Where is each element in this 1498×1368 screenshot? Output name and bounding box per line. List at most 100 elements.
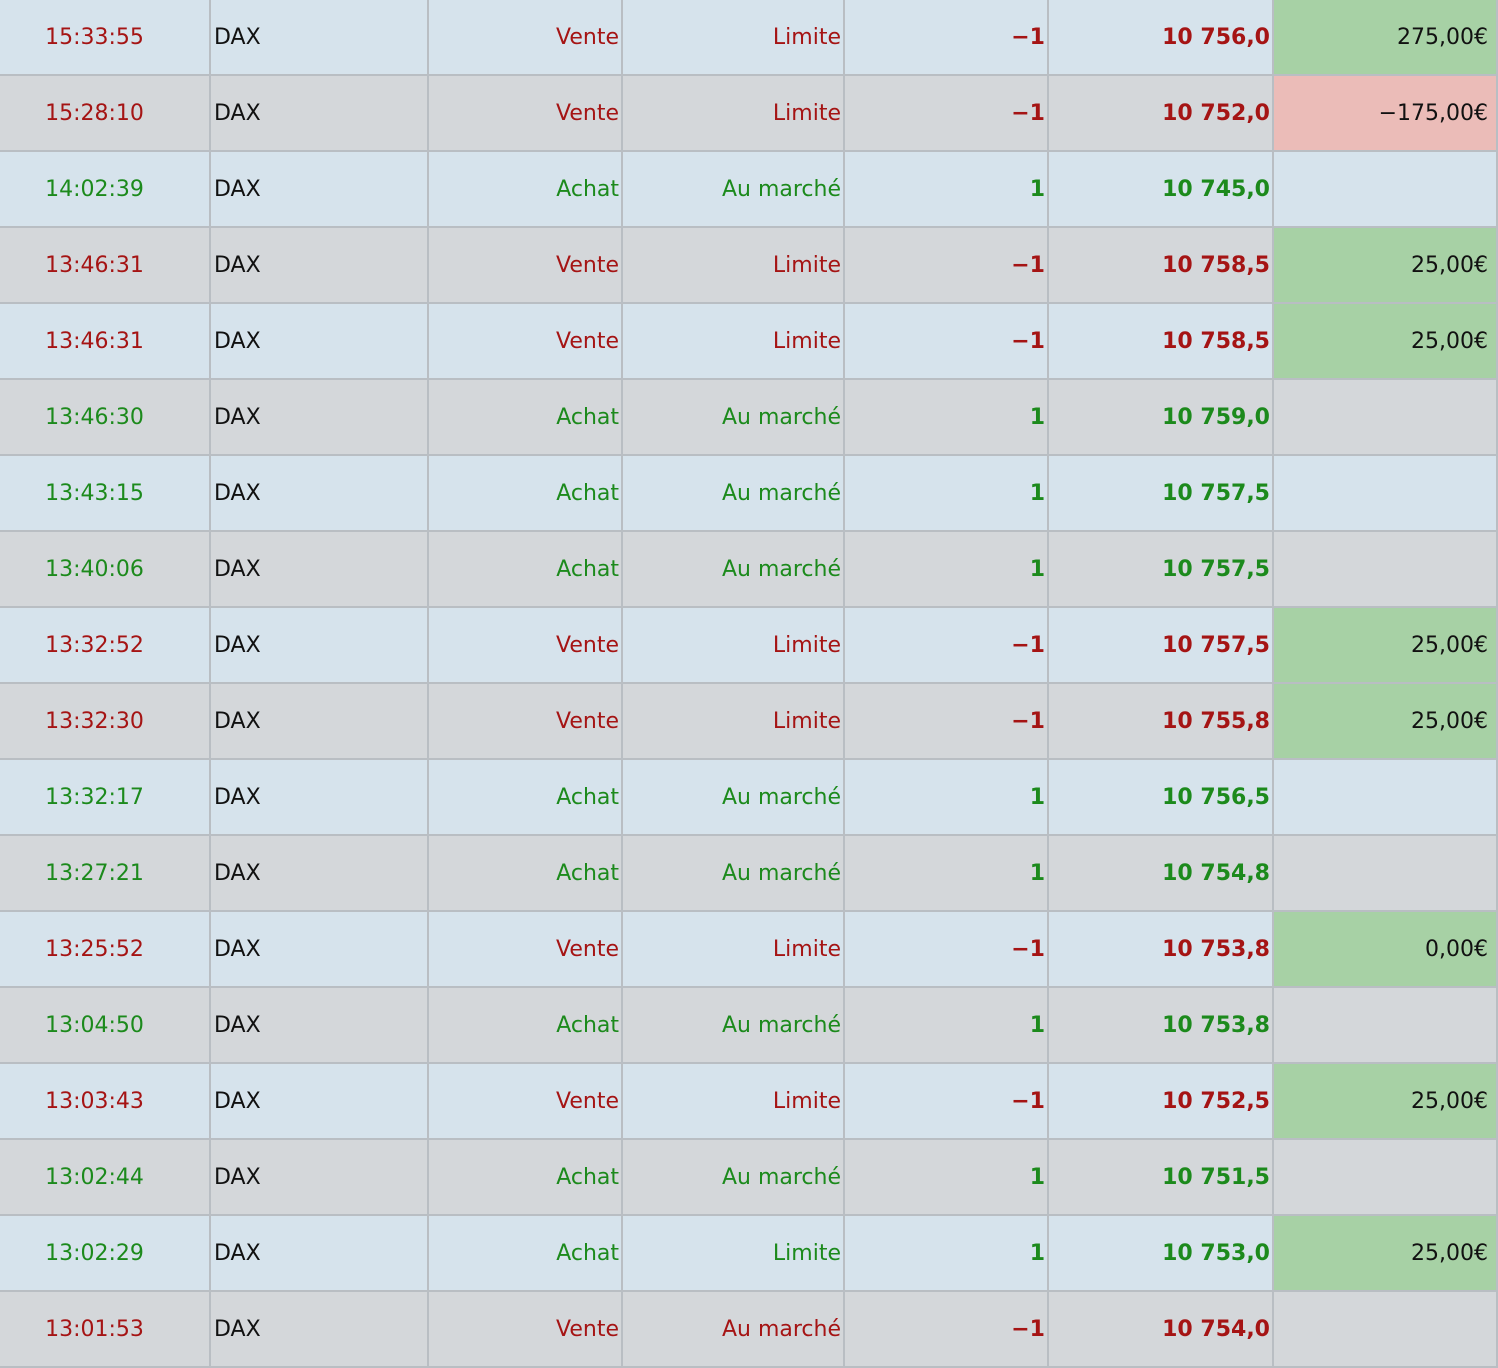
instrument-cell: DAX: [211, 380, 429, 454]
quantity-cell: 1: [845, 380, 1049, 454]
side-cell: Vente: [429, 0, 623, 74]
trade-time-cell: 13:46:31: [0, 228, 211, 302]
trade-time-cell: 13:32:52: [0, 608, 211, 682]
side-cell: Achat: [429, 1140, 623, 1214]
quantity-cell: 1: [845, 760, 1049, 834]
order-type-cell: Limite: [623, 0, 845, 74]
table-row[interactable]: 13:43:15 DAX Achat Au marché 1 10 757,5: [0, 456, 1498, 532]
pnl-cell: 25,00€: [1274, 1216, 1498, 1290]
table-row[interactable]: 13:02:29 DAX Achat Limite 1 10 753,0 25,00€: [0, 1216, 1498, 1292]
price-cell: 10 757,5: [1049, 532, 1274, 606]
instrument-cell: DAX: [211, 1292, 429, 1366]
price-cell: 10 753,8: [1049, 988, 1274, 1062]
table-row[interactable]: 13:02:44 DAX Achat Au marché 1 10 751,5: [0, 1140, 1498, 1216]
price-cell: 10 752,0: [1049, 76, 1274, 150]
pnl-cell: [1274, 1292, 1498, 1366]
side-cell: Vente: [429, 304, 623, 378]
order-type-cell: Au marché: [623, 1140, 845, 1214]
quantity-cell: −1: [845, 608, 1049, 682]
table-row[interactable]: 13:32:17 DAX Achat Au marché 1 10 756,5: [0, 760, 1498, 836]
table-row[interactable]: 15:33:55 DAX Vente Limite −1 10 756,0 275,00€: [0, 0, 1498, 76]
pnl-cell: 0,00€: [1274, 912, 1498, 986]
instrument-cell: DAX: [211, 608, 429, 682]
table-row[interactable]: 13:32:30 DAX Vente Limite −1 10 755,8 25,00€: [0, 684, 1498, 760]
order-type-cell: Limite: [623, 684, 845, 758]
side-cell: Achat: [429, 152, 623, 226]
table-row[interactable]: 13:32:52 DAX Vente Limite −1 10 757,5 25,00€: [0, 608, 1498, 684]
order-type-cell: Au marché: [623, 988, 845, 1062]
table-row[interactable]: 13:46:31 DAX Vente Limite −1 10 758,5 25,00€: [0, 304, 1498, 380]
table-row[interactable]: 13:03:43 DAX Vente Limite −1 10 752,5 25,00€: [0, 1064, 1498, 1140]
price-cell: 10 756,5: [1049, 760, 1274, 834]
price-cell: 10 757,5: [1049, 608, 1274, 682]
side-cell: Achat: [429, 836, 623, 910]
instrument-cell: DAX: [211, 0, 429, 74]
pnl-cell: [1274, 532, 1498, 606]
order-type-cell: Au marché: [623, 1292, 845, 1366]
pnl-cell: [1274, 760, 1498, 834]
order-type-cell: Au marché: [623, 380, 845, 454]
pnl-cell: 25,00€: [1274, 684, 1498, 758]
order-type-cell: Limite: [623, 608, 845, 682]
table-row[interactable]: 13:27:21 DAX Achat Au marché 1 10 754,8: [0, 836, 1498, 912]
instrument-cell: DAX: [211, 988, 429, 1062]
table-row[interactable]: 15:28:10 DAX Vente Limite −1 10 752,0 −175,00€: [0, 76, 1498, 152]
price-cell: 10 755,8: [1049, 684, 1274, 758]
quantity-cell: −1: [845, 228, 1049, 302]
trade-time-cell: 13:46:30: [0, 380, 211, 454]
trade-time-cell: 13:40:06: [0, 532, 211, 606]
table-row[interactable]: 13:04:50 DAX Achat Au marché 1 10 753,8: [0, 988, 1498, 1064]
trade-time-cell: 13:04:50: [0, 988, 211, 1062]
trade-time-cell: 13:43:15: [0, 456, 211, 530]
price-cell: 10 753,0: [1049, 1216, 1274, 1290]
instrument-cell: DAX: [211, 76, 429, 150]
order-type-cell: Limite: [623, 304, 845, 378]
table-row[interactable]: 13:40:06 DAX Achat Au marché 1 10 757,5: [0, 532, 1498, 608]
quantity-cell: 1: [845, 1140, 1049, 1214]
pnl-cell: 25,00€: [1274, 608, 1498, 682]
instrument-cell: DAX: [211, 760, 429, 834]
order-type-cell: Limite: [623, 228, 845, 302]
side-cell: Achat: [429, 380, 623, 454]
instrument-cell: DAX: [211, 456, 429, 530]
order-type-cell: Au marché: [623, 836, 845, 910]
pnl-cell: [1274, 152, 1498, 226]
side-cell: Achat: [429, 532, 623, 606]
quantity-cell: −1: [845, 76, 1049, 150]
quantity-cell: 1: [845, 456, 1049, 530]
instrument-cell: DAX: [211, 1064, 429, 1138]
pnl-cell: −175,00€: [1274, 76, 1498, 150]
table-row[interactable]: 14:02:39 DAX Achat Au marché 1 10 745,0: [0, 152, 1498, 228]
instrument-cell: DAX: [211, 304, 429, 378]
side-cell: Achat: [429, 456, 623, 530]
table-row[interactable]: 13:25:52 DAX Vente Limite −1 10 753,8 0,00€: [0, 912, 1498, 988]
pnl-cell: [1274, 380, 1498, 454]
instrument-cell: DAX: [211, 1140, 429, 1214]
quantity-cell: 1: [845, 152, 1049, 226]
pnl-cell: [1274, 988, 1498, 1062]
price-cell: 10 759,0: [1049, 380, 1274, 454]
trade-time-cell: 15:33:55: [0, 0, 211, 74]
trade-time-cell: 15:28:10: [0, 76, 211, 150]
table-row[interactable]: 13:46:31 DAX Vente Limite −1 10 758,5 25,00€: [0, 228, 1498, 304]
table-row[interactable]: 13:01:53 DAX Vente Au marché −1 10 754,0: [0, 1292, 1498, 1368]
price-cell: 10 754,8: [1049, 836, 1274, 910]
order-type-cell: Au marché: [623, 532, 845, 606]
trade-time-cell: 13:32:30: [0, 684, 211, 758]
order-type-cell: Limite: [623, 1064, 845, 1138]
instrument-cell: DAX: [211, 912, 429, 986]
pnl-cell: [1274, 836, 1498, 910]
price-cell: 10 745,0: [1049, 152, 1274, 226]
price-cell: 10 754,0: [1049, 1292, 1274, 1366]
order-type-cell: Au marché: [623, 152, 845, 226]
table-row[interactable]: 13:46:30 DAX Achat Au marché 1 10 759,0: [0, 380, 1498, 456]
trade-time-cell: 13:02:29: [0, 1216, 211, 1290]
side-cell: Vente: [429, 228, 623, 302]
trade-time-cell: 13:27:21: [0, 836, 211, 910]
side-cell: Vente: [429, 684, 623, 758]
price-cell: 10 756,0: [1049, 0, 1274, 74]
quantity-cell: 1: [845, 988, 1049, 1062]
instrument-cell: DAX: [211, 836, 429, 910]
quantity-cell: −1: [845, 0, 1049, 74]
price-cell: 10 757,5: [1049, 456, 1274, 530]
